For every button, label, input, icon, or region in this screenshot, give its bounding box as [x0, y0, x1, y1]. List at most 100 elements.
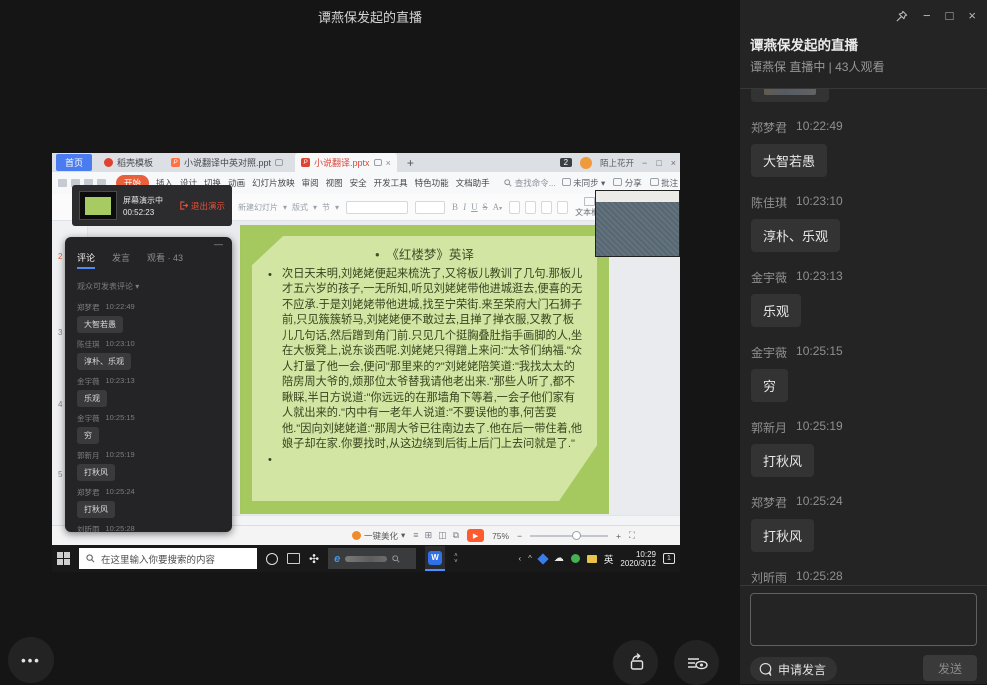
wps-minimize-icon[interactable]: −	[642, 158, 647, 168]
folder-tray-icon[interactable]	[587, 555, 597, 563]
slide-thumbnail-number[interactable]: 4	[58, 400, 62, 409]
scroll-down-icon[interactable]: ˅	[454, 559, 458, 565]
wps-close-icon[interactable]: ×	[671, 158, 676, 168]
slide-thumbnail-number[interactable]: 5	[58, 470, 62, 479]
overlay-chat-bubble: 打秋风	[77, 464, 115, 481]
tab-viewers[interactable]: 观看 · 43	[147, 251, 183, 269]
overlay-chat-message: 郑梦君10:22:49大智若愚	[77, 302, 220, 333]
maximize-icon[interactable]: □	[946, 9, 954, 23]
wps-menu-item[interactable]: 安全	[350, 177, 367, 189]
zoom-in-icon[interactable]: +	[616, 531, 621, 541]
slideshow-play-button[interactable]: ▶	[467, 529, 484, 542]
wps-menu-item[interactable]: 文档助手	[456, 177, 490, 189]
list-eye-icon	[686, 654, 708, 672]
minimize-icon[interactable]: −	[923, 9, 931, 23]
share-button[interactable]: 分享	[613, 177, 641, 189]
font-size-box[interactable]	[415, 201, 445, 214]
chat-message-meta: 郑梦君10:22:49	[751, 119, 976, 136]
bold-button[interactable]: B	[452, 202, 458, 212]
chat-list[interactable]: 郑梦君10:22:49大智若愚陈佳琪10:23:10淳朴、乐观金宇薇10:23:…	[740, 89, 987, 585]
close-icon[interactable]: ×	[968, 9, 976, 23]
panel-minimize-icon[interactable]: —	[214, 239, 223, 249]
overlay-chat-meta: 郑梦君10:22:49	[77, 302, 220, 313]
font-color-button[interactable]: A▾	[493, 202, 503, 212]
start-button[interactable]	[57, 552, 70, 565]
view-split-icon[interactable]: ⧉	[453, 530, 459, 541]
find-command[interactable]: 查找命令...	[504, 177, 556, 189]
task-view-icon[interactable]	[287, 553, 300, 564]
view-normal-icon[interactable]: ≡	[413, 530, 418, 541]
wps-menu-item[interactable]: 开发工具	[374, 177, 408, 189]
wps-menu-item[interactable]: 视图	[326, 177, 343, 189]
overlay-sender-name: 郑梦君	[77, 487, 100, 498]
slide-thumbnail-number[interactable]: 3	[58, 328, 62, 337]
beautify-button[interactable]: 一键美化 ▾	[352, 530, 405, 542]
rotate-screen-button[interactable]	[613, 640, 658, 685]
underline-button[interactable]: U	[471, 202, 478, 212]
comment-permission[interactable]: 观众可发表评论 ▾	[77, 281, 220, 292]
taskbar-clock[interactable]: 10:29 2020/3/12	[620, 550, 656, 568]
view-read-icon[interactable]: ◫	[438, 530, 447, 541]
tray-app-icon[interactable]	[537, 553, 548, 564]
chat-message-meta: 金宇薇10:25:15	[751, 344, 976, 361]
ime-indicator[interactable]: 英	[604, 552, 614, 566]
tray-green-icon[interactable]	[571, 554, 580, 563]
tray-expand-icon[interactable]: ^	[528, 554, 532, 563]
tray-collapse-icon[interactable]: ‹	[518, 554, 521, 563]
cloud-tray-icon[interactable]: ☁	[554, 553, 564, 564]
pinwheel-app-icon[interactable]: ✣	[309, 552, 319, 566]
wps-active-tab[interactable]: P 小说翻译.pptx ×	[295, 153, 397, 172]
wps-maximize-icon[interactable]: □	[656, 158, 661, 168]
wps-home-tab[interactable]: 首页	[56, 154, 92, 171]
comment-button[interactable]: 批注	[650, 177, 678, 189]
blurred-text	[345, 556, 387, 562]
chat-message: 郑梦君10:25:24打秋风	[751, 494, 976, 552]
zoom-slider-knob[interactable]	[572, 531, 581, 540]
wps-taskbar-icon[interactable]: W	[425, 546, 445, 571]
edge-search-box[interactable]: e	[328, 548, 416, 569]
more-options-button[interactable]: •••	[8, 637, 54, 683]
tab-comments[interactable]: 评论	[77, 251, 95, 269]
fullscreen-icon[interactable]: ⛶	[629, 530, 635, 541]
cortana-icon[interactable]	[266, 553, 278, 565]
beautify-icon	[352, 531, 361, 540]
wps-menu-item[interactable]: 特色功能	[415, 177, 449, 189]
taskbar-search-box[interactable]: 在这里输入你要搜索的内容	[79, 548, 257, 569]
zoom-level: 75%	[492, 531, 509, 541]
wps-docer-tab[interactable]: 稻壳模板	[98, 154, 159, 171]
bullet-icon: •	[268, 268, 272, 283]
overlay-chat-bubble: 淳朴、乐观	[77, 353, 131, 370]
italic-button[interactable]: I	[463, 202, 466, 212]
live-sidebar: − □ × 谭燕保发起的直播 谭燕保 直播中 | 43人观看 郑梦君10:22:…	[740, 0, 987, 684]
overlay-timestamp: 10:25:28	[106, 524, 135, 532]
chat-message: 郑梦君10:22:49大智若愚	[751, 119, 976, 177]
chat-timestamp: 10:25:24	[796, 494, 843, 511]
wps-account-name: 陌上花开	[600, 157, 634, 169]
wps-doc-tab[interactable]: P 小说翻译中英对照.ppt	[165, 154, 289, 171]
zoom-slider[interactable]	[530, 535, 608, 537]
new-tab-button[interactable]: +	[403, 156, 418, 170]
strikethrough-button[interactable]: S	[483, 202, 488, 212]
wps-menu-item[interactable]: 幻灯片放映	[252, 177, 295, 189]
font-name-box[interactable]	[346, 201, 408, 214]
tab-speak[interactable]: 发言	[112, 251, 130, 269]
exit-presentation-button[interactable]: 退出演示	[179, 200, 225, 212]
chat-bubble: 穷	[751, 369, 788, 402]
view-grid-icon[interactable]: ⊞	[425, 530, 433, 541]
pin-icon[interactable]	[895, 10, 908, 23]
chat-input[interactable]	[750, 593, 977, 646]
paragraph-icons[interactable]	[509, 201, 568, 214]
overlay-chat-meta: 金宇薇10:25:15	[77, 413, 220, 424]
slide-buttons[interactable]: 新建幻灯片▾ 版式▾ 节▾	[238, 202, 339, 213]
slide-title: • 《红楼梦》英译	[252, 244, 597, 263]
slide-thumbnail-number[interactable]: 2	[58, 252, 62, 261]
notification-center-icon[interactable]: 1	[663, 553, 675, 564]
viewer-list-button[interactable]	[674, 640, 719, 685]
wps-menu-item[interactable]: 审阅	[302, 177, 319, 189]
sync-status[interactable]: 未同步 ▾	[562, 177, 606, 189]
send-button[interactable]: 发送	[923, 655, 977, 681]
windows-taskbar: 在这里输入你要搜索的内容 ✣ e W ˄ ˅ ‹ ^	[52, 545, 680, 572]
zoom-out-icon[interactable]: −	[517, 531, 522, 541]
request-speak-button[interactable]: 申请发言	[750, 657, 837, 681]
tab-close-icon[interactable]: ×	[386, 158, 391, 168]
